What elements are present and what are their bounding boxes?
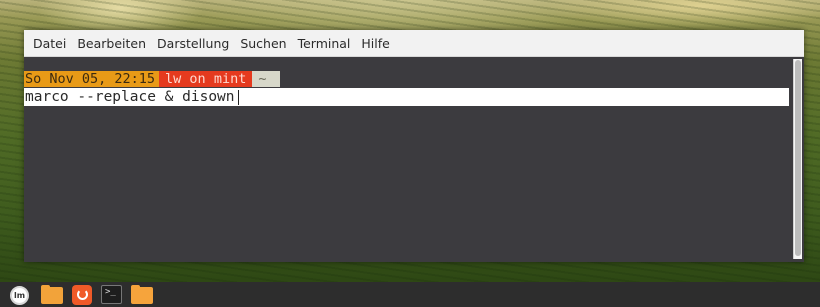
menu-datei[interactable]: Datei: [30, 36, 74, 51]
taskbar: lm >_: [0, 282, 820, 307]
menu-suchen[interactable]: Suchen: [237, 36, 294, 51]
command-input-line[interactable]: marco --replace & disown: [24, 88, 789, 106]
command-text: marco --replace & disown: [25, 89, 235, 105]
backup-ring-icon: [76, 289, 88, 300]
menu-icon-label: lm: [13, 290, 26, 300]
menu-hilfe[interactable]: Hilfe: [358, 36, 397, 51]
backup-icon[interactable]: [72, 284, 92, 305]
mint-logo-icon: lm: [10, 285, 29, 305]
prompt-date: So Nov 05, 22:15: [24, 71, 160, 87]
text-cursor: [237, 89, 240, 105]
terminal-menubar: Datei Bearbeiten Darstellung Suchen Term…: [24, 30, 804, 57]
files-icon[interactable]: [131, 285, 153, 304]
scrollbar-thumb[interactable]: [795, 60, 801, 256]
menu-darstellung[interactable]: Darstellung: [154, 36, 237, 51]
terminal-window[interactable]: Datei Bearbeiten Darstellung Suchen Term…: [24, 30, 804, 262]
prompt-user: lw on mint: [159, 71, 253, 87]
menu-terminal[interactable]: Terminal: [295, 36, 359, 51]
folder-icon[interactable]: [41, 285, 63, 304]
menu-icon[interactable]: lm: [10, 285, 32, 305]
terminal-output[interactable]: So Nov 05, 22:15 lw on mint ~ marco --re…: [24, 57, 804, 262]
terminal-scrollbar[interactable]: [793, 59, 802, 259]
menu-bearbeiten[interactable]: Bearbeiten: [74, 36, 154, 51]
terminal-icon[interactable]: >_: [101, 285, 122, 304]
prompt-line: So Nov 05, 22:15 lw on mint ~: [24, 71, 281, 87]
prompt-directory: ~: [252, 71, 281, 87]
terminal-prompt-glyph: >_: [105, 287, 116, 297]
